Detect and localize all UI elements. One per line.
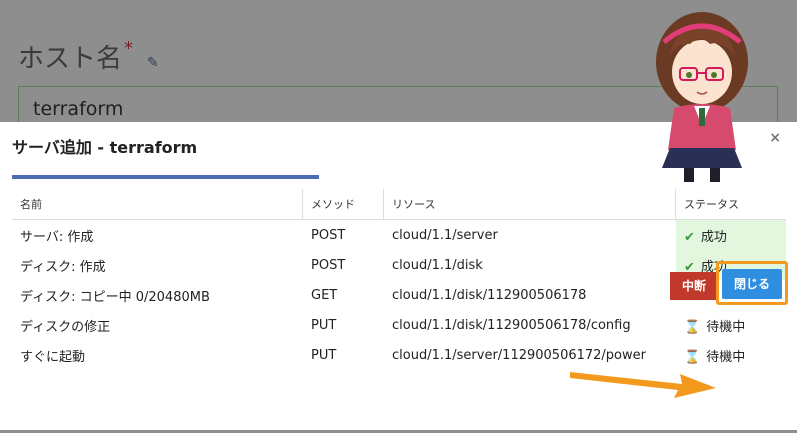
dialog-title: サーバ追加 - terraform — [12, 138, 198, 157]
close-button[interactable]: 閉じる — [722, 269, 782, 299]
check-icon: ✔ — [684, 229, 695, 245]
task-method: PUT — [311, 317, 337, 333]
hostname-label: ホスト名 * ✎ — [18, 38, 159, 75]
task-resource: cloud/1.1/disk/112900506178 — [392, 287, 587, 303]
pin-icon: ✎ — [147, 55, 159, 71]
task-resource: cloud/1.1/server — [392, 227, 498, 243]
task-status: ✔ 成功 — [675, 219, 786, 250]
table-row: ディスクの修正 PUT cloud/1.1/disk/112900506178/… — [12, 310, 786, 340]
column-header-resource: リソース — [383, 189, 676, 220]
required-mark: * — [124, 38, 134, 59]
task-method: POST — [311, 227, 346, 243]
column-header-method: メソッド — [302, 189, 384, 220]
task-method: POST — [311, 257, 346, 273]
task-name: サーバ: 作成 — [20, 229, 94, 245]
mascot-character-icon — [656, 12, 748, 182]
column-header-name: 名前 — [12, 189, 303, 220]
dialog-close-icon[interactable]: × — [769, 130, 781, 146]
hourglass-icon: ⌛ — [684, 319, 701, 335]
orange-arrow-icon — [570, 372, 716, 398]
task-status: ⌛ 待機中 — [676, 310, 787, 340]
task-status-text: 成功 — [700, 229, 727, 245]
table-row: サーバ: 作成 POST cloud/1.1/server ✔ 成功 — [12, 219, 786, 250]
task-name: ディスク: 作成 — [20, 259, 106, 275]
task-resource: cloud/1.1/disk — [392, 257, 483, 273]
hostname-label-text: ホスト名 — [18, 44, 123, 74]
task-method: GET — [311, 287, 338, 303]
task-method: PUT — [311, 347, 337, 363]
task-name: ディスクの修正 — [20, 319, 111, 335]
task-name: すぐに起動 — [20, 349, 86, 365]
task-status-text: 待機中 — [706, 319, 746, 335]
table-header-row: 名前 メソッド リソース ステータス — [12, 189, 786, 220]
column-header-status: ステータス — [675, 189, 786, 220]
task-name: ディスク: コピー中 0/20480MB — [20, 289, 210, 305]
abort-button[interactable]: 中断 — [670, 272, 718, 300]
task-resource: cloud/1.1/disk/112900506178/config — [392, 317, 631, 333]
progress-bar — [12, 175, 319, 179]
